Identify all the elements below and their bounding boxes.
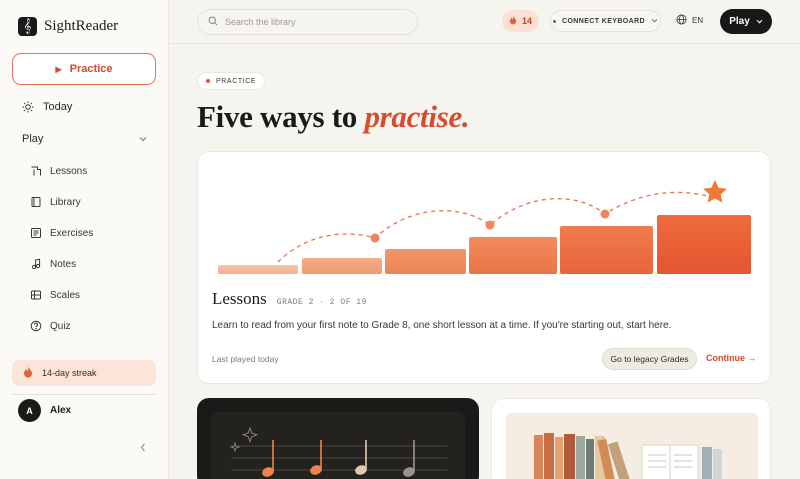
sun-icon (22, 101, 34, 113)
practice-button[interactable]: ▶ Practice (12, 53, 156, 85)
practice-button-label: Practice (69, 63, 113, 75)
sidebar-group-label: Play (22, 133, 44, 145)
page-title: Five ways to practise. (197, 99, 470, 135)
lessons-card-meta: GRADE 2 · 2 OF 19 (276, 298, 367, 307)
top-bar: 14 CONNECT KEYBOARD EN Play (169, 0, 800, 44)
lessons-card-description: Learn to read from your first note to Gr… (212, 320, 672, 331)
user-profile[interactable]: A Alex (18, 399, 71, 422)
step-3 (385, 249, 466, 274)
streak-count: 14 (521, 16, 532, 26)
sidebar-item-label: Library (50, 196, 81, 208)
flame-icon (23, 366, 33, 380)
language-selector[interactable]: EN (676, 14, 703, 27)
streak-banner[interactable]: 14-day streak (12, 360, 156, 386)
step-1 (218, 265, 298, 274)
search-input[interactable] (225, 17, 405, 27)
divider (12, 394, 156, 395)
sidebar-item-library[interactable]: Library (30, 196, 81, 208)
page-title-plain: Five ways to (197, 99, 365, 134)
bookshelf-illustration (506, 413, 758, 479)
app-name: SightReader (44, 18, 119, 34)
sidebar-item-notes[interactable]: Notes (30, 258, 76, 270)
sidebar-item-label: Today (43, 101, 73, 113)
globe-icon (676, 14, 687, 27)
scales-icon (30, 289, 42, 301)
step-2 (302, 258, 382, 274)
library-card-preview[interactable] (491, 398, 771, 479)
lessons-card-title: Lessons (212, 289, 267, 308)
connect-keyboard-label: CONNECT KEYBOARD (561, 17, 645, 25)
sidebar-item-today[interactable]: Today (22, 101, 72, 113)
sidebar: 𝄞 SightReader ▶ Practice Today Play Less… (0, 0, 169, 479)
language-label: EN (692, 16, 704, 25)
tag-dot-icon (206, 79, 210, 83)
collapse-sidebar-icon[interactable] (140, 443, 146, 455)
connect-keyboard-button[interactable]: CONNECT KEYBOARD (550, 10, 661, 32)
step-6 (657, 215, 751, 274)
treble-clef-logo-icon: 𝄞 (18, 17, 37, 36)
chevron-down-icon (756, 16, 763, 27)
sidebar-item-label: Quiz (50, 320, 71, 332)
sidebar-item-lessons[interactable]: Lessons (30, 165, 87, 177)
exercises-icon (30, 227, 42, 239)
play-triangle-icon: ▶ (55, 64, 62, 74)
legacy-grades-button[interactable]: Go to legacy Grades (602, 348, 697, 370)
play-button[interactable]: Play (720, 9, 772, 34)
notes-card-preview[interactable] (197, 398, 479, 479)
lessons-card[interactable]: Lessons GRADE 2 · 2 OF 19 Learn to read … (197, 151, 771, 384)
music-note-icon (30, 258, 42, 270)
streak-counter[interactable]: 14 (502, 10, 539, 32)
search-box[interactable] (197, 9, 418, 35)
progress-stairs-illustration (218, 180, 751, 274)
sidebar-group-play[interactable]: Play (22, 133, 147, 145)
section-tag-label: PRACTICE (216, 77, 257, 85)
sidebar-item-exercises[interactable]: Exercises (30, 227, 93, 239)
chevron-down-icon (651, 18, 658, 25)
sidebar-item-label: Notes (50, 258, 77, 270)
sidebar-item-label: Scales (50, 289, 81, 301)
quiz-icon (30, 320, 42, 332)
continue-button[interactable]: Continue → (706, 353, 757, 363)
status-dot-icon (552, 19, 556, 23)
play-button-label: Play (729, 16, 750, 27)
sidebar-item-quiz[interactable]: Quiz (30, 320, 71, 332)
flame-icon (509, 15, 517, 27)
search-icon (208, 13, 218, 31)
sidebar-item-scales[interactable]: Scales (30, 289, 80, 301)
last-played-label: Last played today (212, 354, 279, 364)
lessons-icon (30, 165, 42, 177)
library-icon (30, 196, 42, 208)
page-title-accent: practise. (364, 99, 470, 134)
sidebar-item-label: Lessons (50, 165, 88, 177)
brand[interactable]: 𝄞 SightReader (18, 17, 118, 36)
section-tag: PRACTICE (197, 72, 266, 90)
step-5 (560, 226, 653, 274)
music-staff-illustration (211, 412, 465, 479)
streak-label: 14-day streak (42, 368, 97, 378)
chevron-down-icon (139, 133, 147, 145)
star-icon (703, 180, 727, 203)
step-4 (469, 237, 557, 274)
lessons-card-header: Lessons GRADE 2 · 2 OF 19 (212, 289, 367, 309)
sidebar-item-label: Exercises (50, 227, 94, 239)
user-name: Alex (50, 405, 72, 416)
avatar: A (18, 399, 41, 422)
